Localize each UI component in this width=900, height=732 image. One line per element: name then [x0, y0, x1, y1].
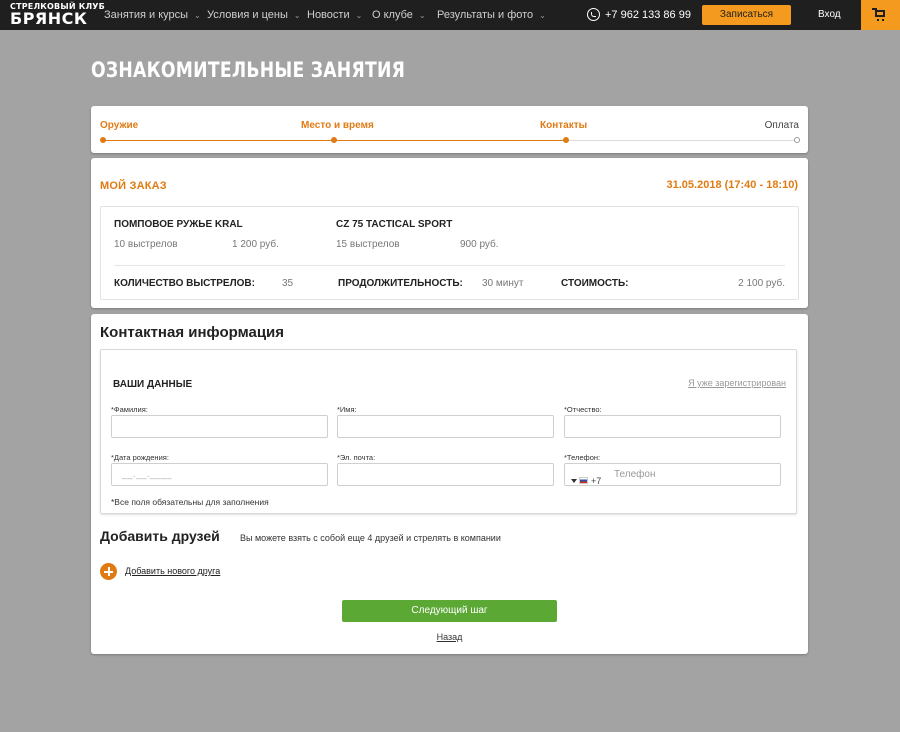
cart-button[interactable] — [861, 0, 900, 30]
birth-date-input[interactable]: __.__.____ — [111, 463, 328, 486]
back-link-row: Назад — [91, 632, 808, 642]
login-link[interactable]: Вход — [818, 0, 841, 30]
signup-button[interactable]: Записаться — [702, 5, 791, 25]
cost-label: СТОИМОСТЬ: — [561, 278, 629, 289]
chevron-down-icon: ⌄ — [293, 11, 301, 20]
booking-stepper: Оружие Место и время Контакты Оплата — [91, 106, 808, 153]
duration-label: ПРОДОЛЖИТЕЛЬНОСТЬ: — [338, 278, 463, 289]
phone-number: +7 962 133 86 99 — [605, 9, 691, 21]
add-friends-note: Вы можете взять с собой еще 4 друзей и с… — [240, 533, 501, 543]
order-title: МОЙ ЗАКАЗ — [100, 180, 167, 192]
nav-item-label: Результаты и фото — [437, 9, 534, 21]
birth-date-placeholder: __.__.____ — [122, 469, 173, 479]
header-phone[interactable]: +7 962 133 86 99 — [587, 0, 691, 30]
required-fields-note: *Все поля обязательны для заполнения — [111, 497, 269, 507]
nav-item-label: О клубе — [372, 9, 413, 21]
email-label: *Эл. почта: — [337, 453, 376, 462]
order-item-name: CZ 75 TACTICAL SPORT — [336, 219, 453, 230]
step-weapon-dot — [100, 137, 106, 143]
add-friends-title: Добавить друзей — [100, 528, 220, 544]
nav-item-news[interactable]: Новости ⌄ — [307, 0, 362, 30]
order-divider — [114, 265, 785, 266]
next-step-button[interactable]: Следующий шаг — [342, 600, 557, 622]
caret-down-icon — [571, 479, 577, 483]
last-name-label: *Фамилия: — [111, 405, 148, 414]
cost-value: 2 100 руб. — [738, 278, 785, 289]
total-shots-value: 35 — [282, 278, 294, 289]
nav-item-label: Новости — [307, 9, 350, 21]
nav-item-label: Условия и цены — [207, 9, 288, 21]
phone-input[interactable]: +7 Телефон — [564, 463, 781, 486]
add-friend-label: Добавить нового друга — [125, 566, 221, 576]
club-logo[interactable]: СТРЕЛКОВЫЙ КЛУБ БРЯНСК — [10, 3, 105, 27]
nav-item-prices[interactable]: Условия и цены ⌄ — [207, 0, 301, 30]
page-title: ОЗНАКОМИТЕЛЬНЫЕ ЗАНЯТИЯ — [91, 58, 406, 82]
nav-item-about[interactable]: О клубе ⌄ — [372, 0, 426, 30]
top-navigation-bar: СТРЕЛКОВЫЙ КЛУБ БРЯНСК Занятия и курсы ⌄ … — [0, 0, 900, 30]
first-name-label: *Имя: — [337, 405, 357, 414]
chevron-down-icon: ⌄ — [355, 11, 363, 20]
already-registered-link[interactable]: Я уже зарегистрирован — [688, 378, 786, 388]
phone-label: *Телефон: — [564, 453, 601, 462]
order-item-shots: 10 выстрелов — [114, 239, 178, 250]
step-payment-dot — [794, 137, 800, 143]
order-item-name: ПОМПОВОЕ РУЖЬЕ KRAL — [114, 219, 243, 230]
order-item-shots: 15 выстрелов — [336, 239, 400, 250]
phone-placeholder: Телефон — [614, 469, 656, 480]
russia-flag-icon — [579, 477, 588, 484]
contacts-section-title: Контактная информация — [100, 324, 285, 341]
nav-item-results[interactable]: Результаты и фото ⌄ — [437, 0, 546, 30]
step-contacts-label: Контакты — [540, 120, 588, 131]
total-shots-label: КОЛИЧЕСТВО ВЫСТРЕЛОВ: — [114, 278, 255, 289]
step-payment-label: Оплата — [764, 120, 799, 131]
order-date: 31.05.2018 (17:40 - 18:10) — [666, 179, 798, 191]
nav-item-label: Занятия и курсы — [104, 9, 189, 21]
step-place-time-dot — [331, 137, 337, 143]
patronymic-label: *Отчество: — [564, 405, 602, 414]
phone-icon — [587, 8, 600, 21]
step-place-time-label[interactable]: Место и время — [301, 120, 374, 131]
email-input[interactable] — [337, 463, 554, 486]
birth-date-label: *Дата рождения: — [111, 453, 169, 462]
your-data-title: ВАШИ ДАННЫЕ — [113, 379, 193, 390]
order-details-box: ПОМПОВОЕ РУЖЬЕ KRAL 10 выстрелов 1 200 р… — [100, 206, 799, 300]
plus-circle-icon — [100, 563, 117, 580]
step-contacts-dot — [563, 137, 569, 143]
chevron-down-icon: ⌄ — [418, 11, 426, 20]
back-link[interactable]: Назад — [437, 632, 463, 642]
chevron-down-icon: ⌄ — [539, 11, 546, 20]
your-data-box: ВАШИ ДАННЫЕ Я уже зарегистрирован *Фамил… — [100, 349, 797, 514]
logo-line-2: БРЯНСК — [10, 9, 88, 28]
last-name-input[interactable] — [111, 415, 328, 438]
order-item-price: 1 200 руб. — [232, 239, 279, 250]
step-remaining-line — [566, 140, 797, 141]
country-code-selector[interactable]: +7 — [571, 471, 601, 492]
duration-value: 30 минут — [482, 278, 524, 289]
chevron-down-icon: ⌄ — [194, 11, 201, 20]
patronymic-input[interactable] — [564, 415, 781, 438]
order-item-price: 900 руб. — [460, 239, 499, 250]
order-summary-card: МОЙ ЗАКАЗ 31.05.2018 (17:40 - 18:10) ПОМ… — [91, 158, 808, 308]
step-weapon-label[interactable]: Оружие — [100, 120, 138, 131]
cart-icon — [872, 8, 885, 21]
contacts-card: Контактная информация ВАШИ ДАННЫЕ Я уже … — [91, 314, 808, 654]
first-name-input[interactable] — [337, 415, 554, 438]
phone-country-code: +7 — [591, 476, 602, 486]
nav-item-courses[interactable]: Занятия и курсы ⌄ — [104, 0, 201, 30]
